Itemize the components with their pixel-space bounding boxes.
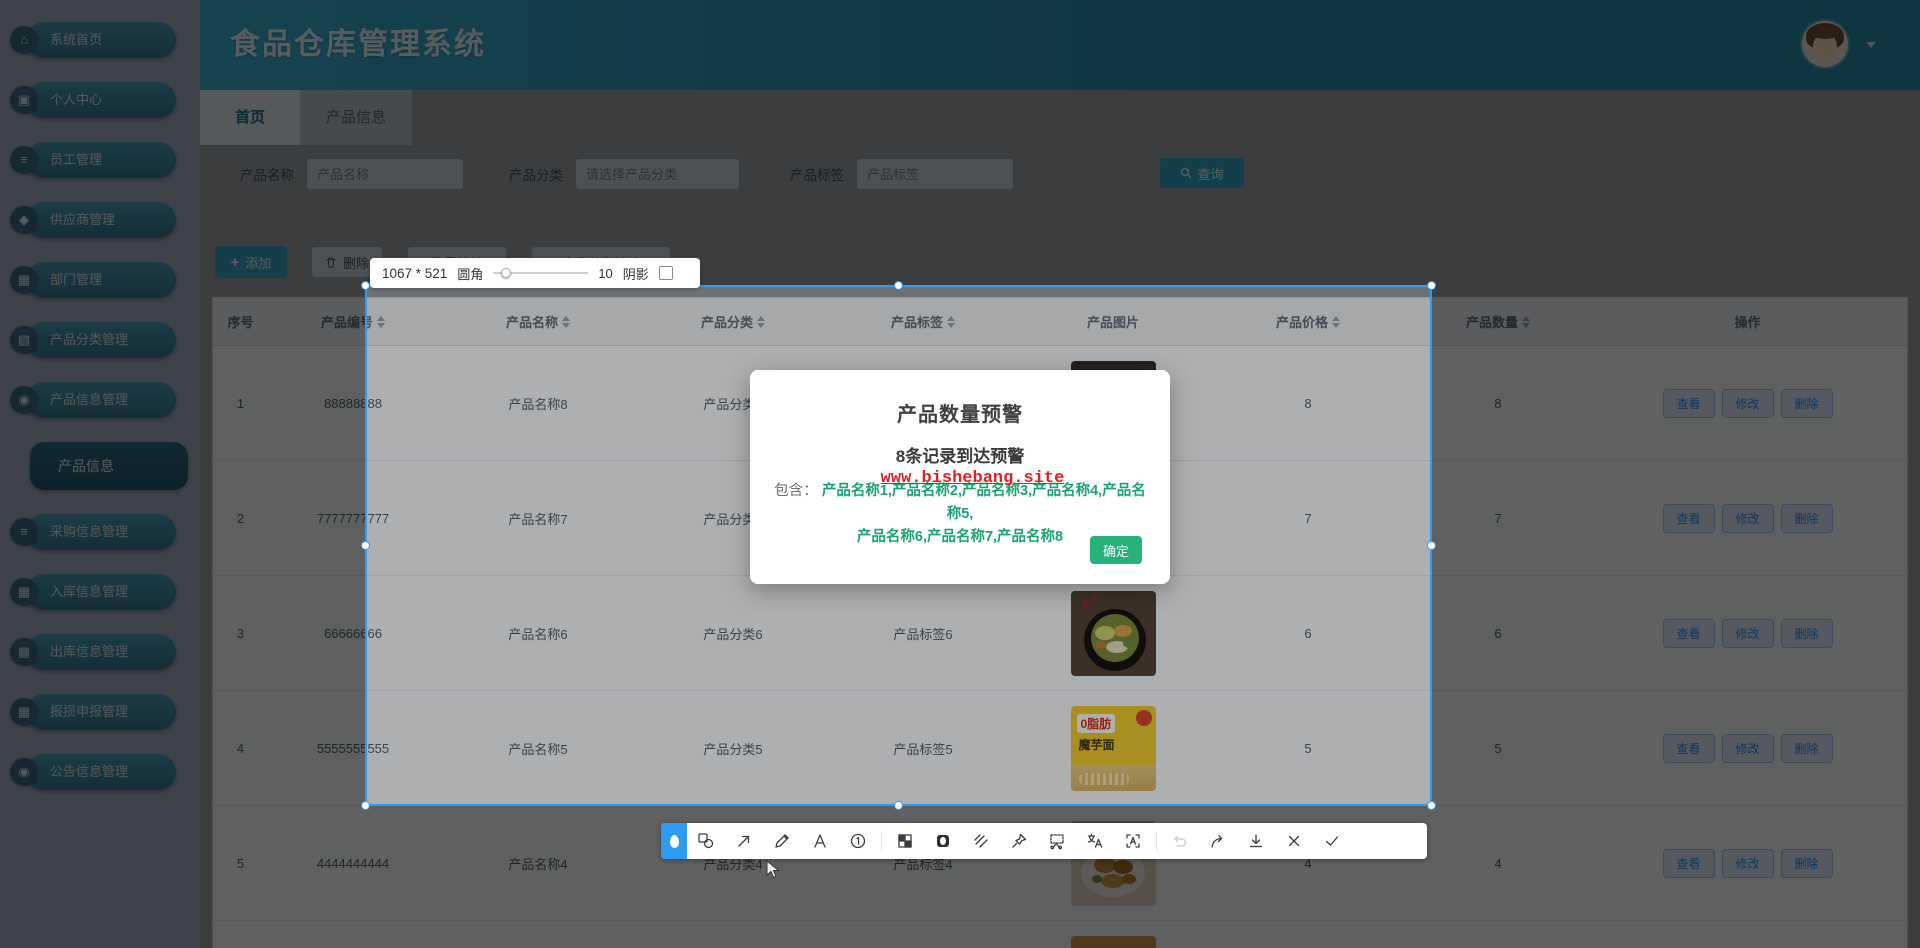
shapes-icon[interactable] bbox=[687, 823, 725, 859]
shadow-checkbox[interactable] bbox=[658, 266, 673, 280]
shadow-label: 阴影 bbox=[622, 266, 649, 282]
selection-handle-right-mid[interactable] bbox=[1427, 541, 1436, 550]
selection-handle-bottom-right[interactable] bbox=[1427, 801, 1436, 810]
undo-icon[interactable] bbox=[1161, 823, 1199, 859]
snip-toolbar bbox=[661, 823, 1427, 859]
hatch-icon[interactable] bbox=[962, 823, 1000, 859]
ocr-frame-icon[interactable] bbox=[1114, 823, 1152, 859]
confirm-icon[interactable] bbox=[1313, 823, 1351, 859]
blur-icon[interactable] bbox=[924, 823, 962, 859]
translate-icon[interactable] bbox=[1076, 823, 1114, 859]
slider-thumb[interactable] bbox=[501, 268, 512, 278]
snip-size-panel: 1067 * 521 圆角 10 阴影 bbox=[370, 258, 700, 288]
mosaic-icon[interactable] bbox=[886, 823, 924, 859]
text-icon[interactable] bbox=[801, 823, 839, 859]
selection-handle-top-left[interactable] bbox=[361, 281, 370, 290]
active-tool-indicator[interactable] bbox=[661, 823, 687, 859]
rounded-corner-value: 10 bbox=[598, 265, 613, 281]
snip-selection-region[interactable] bbox=[365, 285, 1432, 806]
close-icon[interactable] bbox=[1275, 823, 1313, 859]
selection-handle-left-mid[interactable] bbox=[361, 541, 370, 550]
marker-icon bbox=[669, 834, 679, 848]
download-icon[interactable] bbox=[1237, 823, 1275, 859]
selection-handle-bottom-left[interactable] bbox=[361, 801, 370, 810]
rounded-corner-slider[interactable] bbox=[493, 267, 589, 279]
rounded-corner-label: 圆角 bbox=[457, 266, 484, 282]
pencil-icon[interactable] bbox=[763, 823, 801, 859]
selection-size-readout: 1067 * 521 bbox=[382, 265, 448, 281]
selection-handle-top-mid[interactable] bbox=[894, 281, 903, 290]
selection-handle-bottom-mid[interactable] bbox=[894, 801, 903, 810]
crop-ocr-icon[interactable] bbox=[1038, 823, 1076, 859]
pin-icon[interactable] bbox=[1000, 823, 1038, 859]
number-badge-icon[interactable] bbox=[839, 823, 877, 859]
toolbar-separator bbox=[1156, 831, 1157, 851]
toolbar-separator bbox=[881, 831, 882, 851]
share-icon[interactable] bbox=[1199, 823, 1237, 859]
selection-handle-top-right[interactable] bbox=[1427, 281, 1436, 290]
arrow-icon[interactable] bbox=[725, 823, 763, 859]
mouse-cursor bbox=[765, 859, 783, 885]
